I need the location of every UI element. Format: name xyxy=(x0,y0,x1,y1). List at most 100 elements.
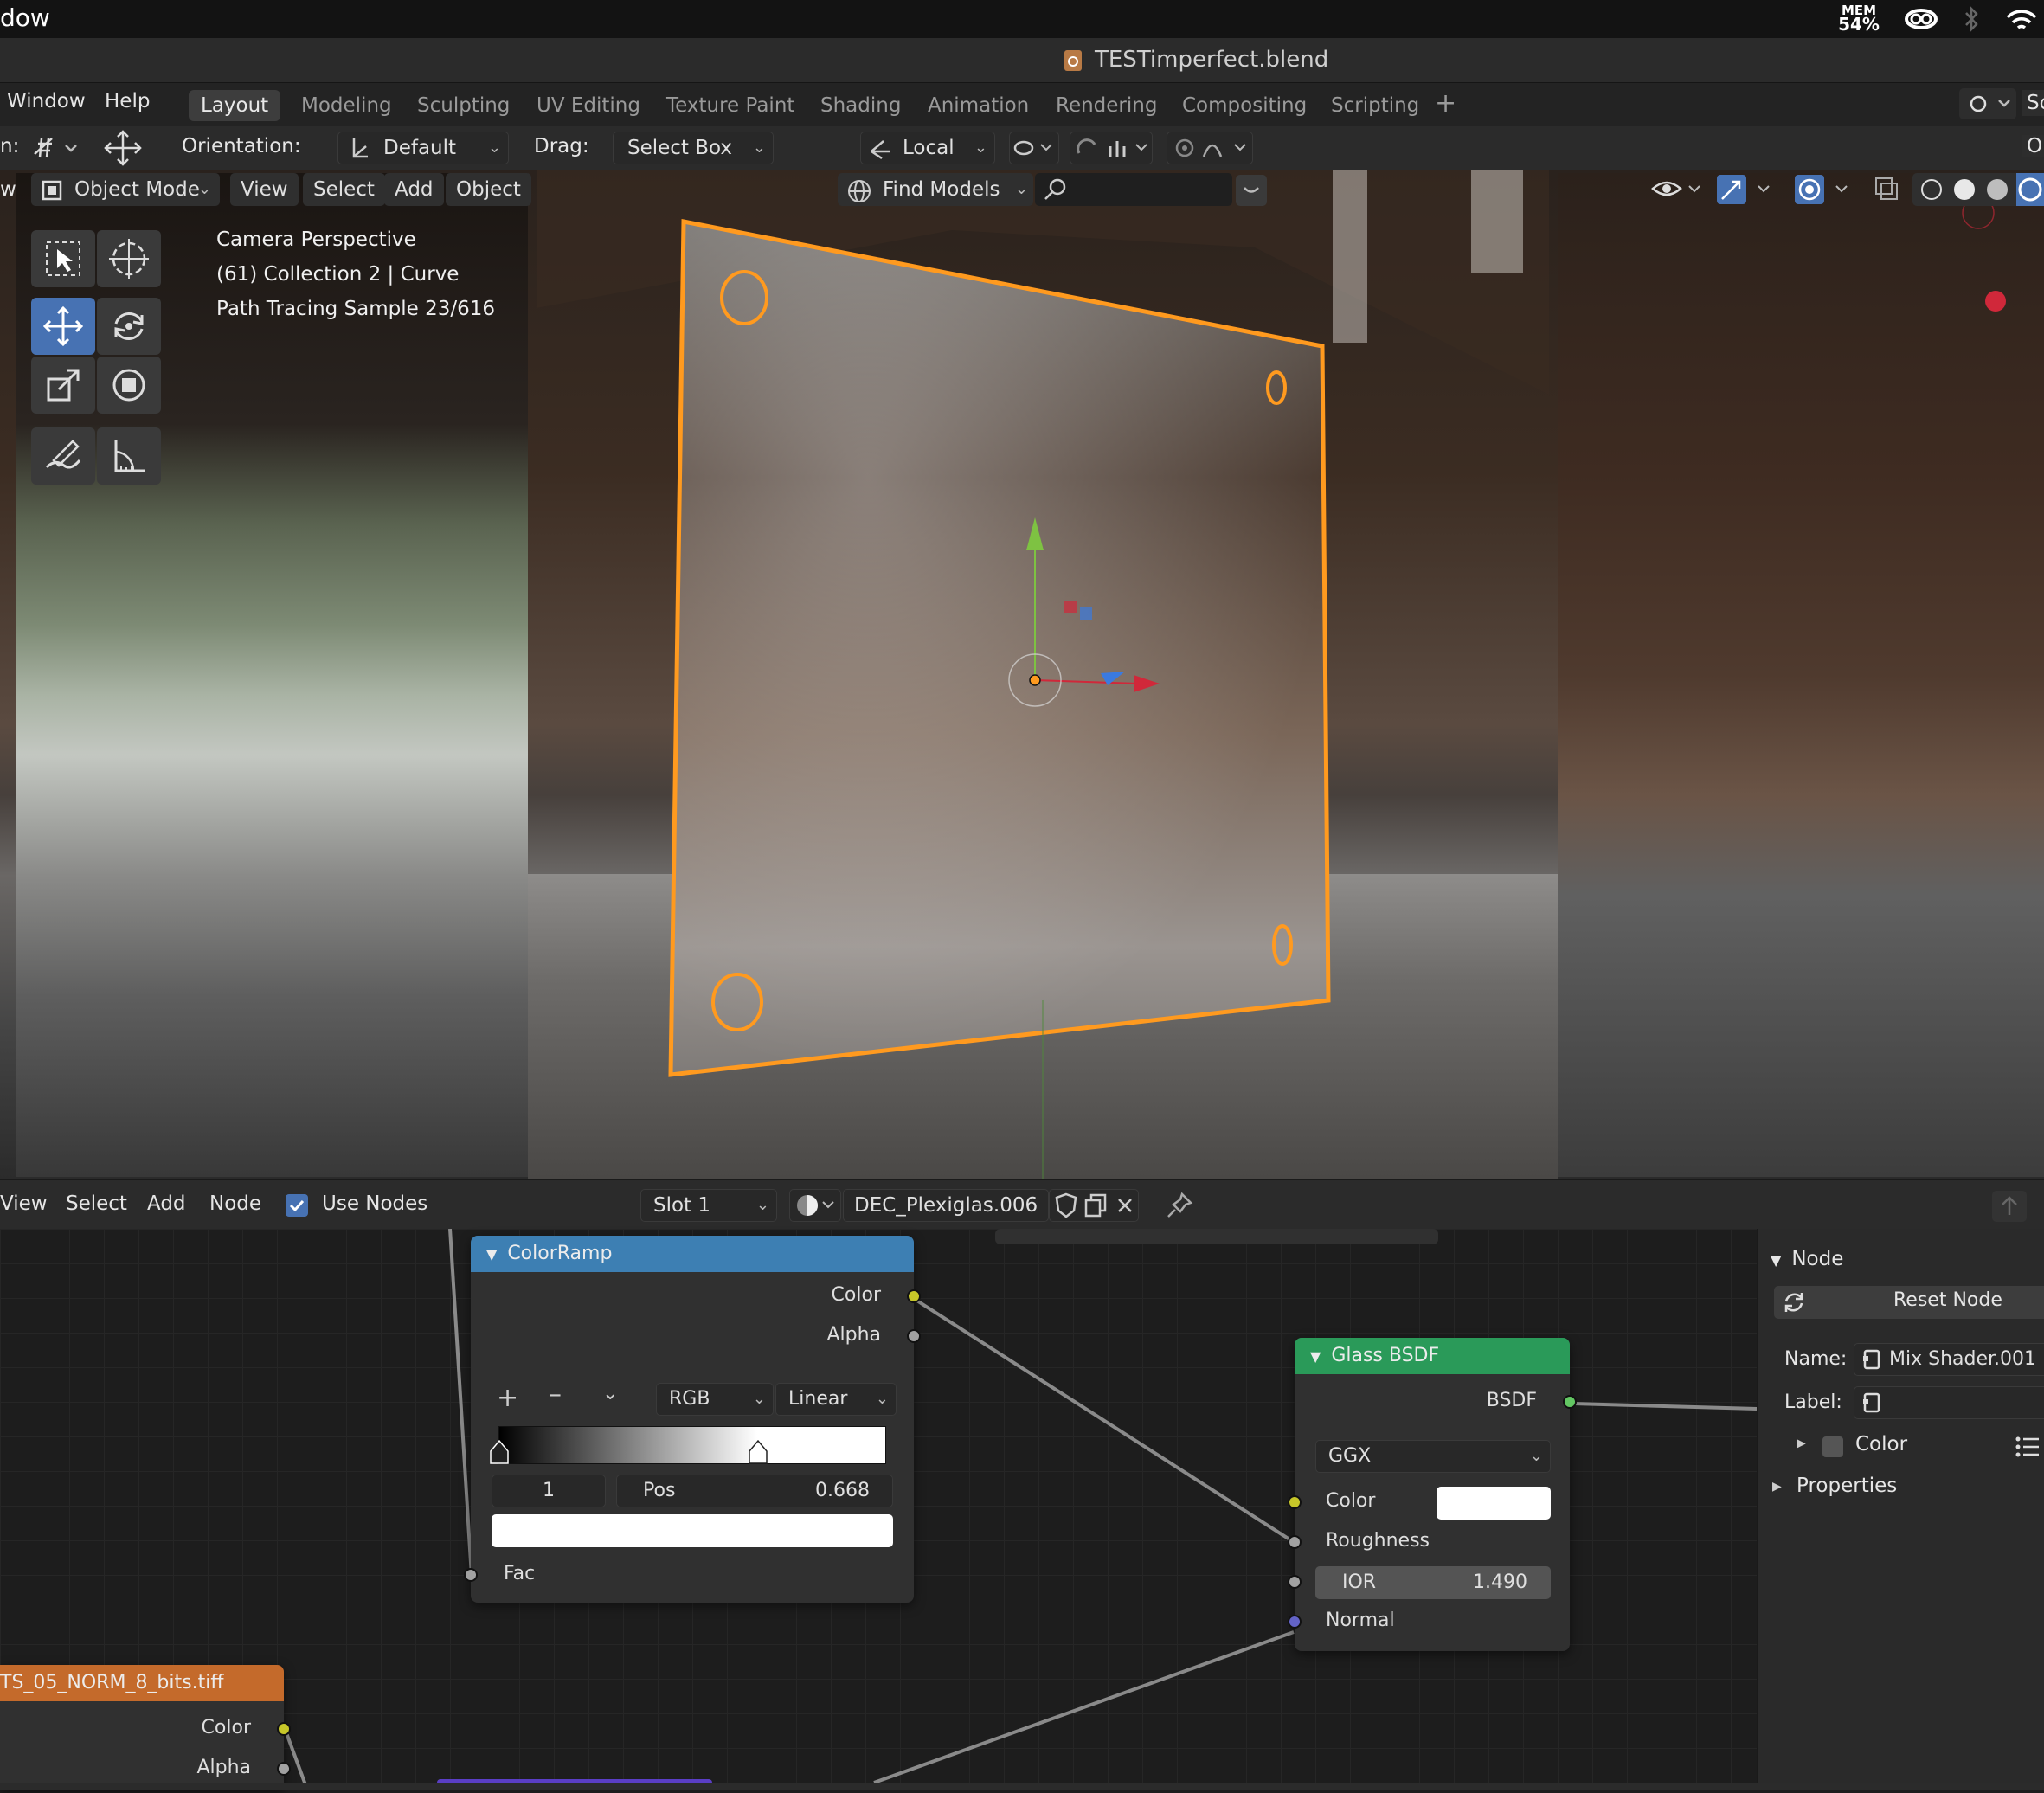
bluetooth-icon[interactable] xyxy=(1963,5,1980,36)
glass-normal-socket[interactable] xyxy=(1288,1615,1302,1629)
app-menu-fragment[interactable]: dow xyxy=(0,3,50,32)
viewport-menu-view[interactable]: View xyxy=(230,173,299,206)
transform-tool-icon[interactable] xyxy=(97,357,161,414)
colorramp-stop-index[interactable]: 1 xyxy=(492,1475,606,1507)
node-label-field[interactable] xyxy=(1854,1386,2044,1419)
snapping-magnet-icon[interactable] xyxy=(1070,132,1153,164)
viewport-menu-object[interactable]: Object xyxy=(446,173,531,206)
object-mode-dropdown[interactable]: Object Mode ⌄ xyxy=(31,173,220,206)
scene-name-fragment[interactable]: Sc xyxy=(2022,90,2044,116)
move-gizmo-icon[interactable] xyxy=(102,130,144,166)
menu-window[interactable]: Window xyxy=(7,90,86,112)
glass-distribution-dropdown[interactable]: GGX ⌄ xyxy=(1315,1440,1551,1473)
glass-bsdf-socket[interactable] xyxy=(1563,1395,1577,1409)
color-list-icon[interactable] xyxy=(2015,1435,2041,1462)
colorramp-position-field[interactable]: Pos 0.668 xyxy=(616,1475,893,1507)
colorramp-interp-dropdown[interactable]: Linear ⌄ xyxy=(775,1383,897,1416)
tab-shading[interactable]: Shading xyxy=(808,90,913,121)
drag-dropdown[interactable]: Select Box ⌄ xyxy=(613,132,774,164)
pivot-dropdown[interactable]: Local ⌄ xyxy=(860,132,995,164)
wifi-icon[interactable] xyxy=(2004,7,2039,36)
node-section-header[interactable]: ▼ Node xyxy=(1771,1248,1843,1270)
overlays-toggle-icon[interactable] xyxy=(1793,173,1857,206)
node-menu-add[interactable]: Add xyxy=(147,1192,186,1215)
colorramp-color-socket[interactable] xyxy=(907,1289,921,1303)
tab-rendering[interactable]: Rendering xyxy=(1044,90,1169,121)
tab-animation[interactable]: Animation xyxy=(916,90,1041,121)
ramp-menu-chevron-icon[interactable]: ⌄ xyxy=(602,1383,618,1404)
proportional-falloff-icon[interactable] xyxy=(1167,132,1253,164)
properties-expand-triangle-icon[interactable]: ▶ xyxy=(1772,1480,1782,1494)
material-name-field[interactable]: DEC_Plexiglas.006 xyxy=(843,1189,1049,1222)
image-alpha-socket[interactable] xyxy=(277,1762,291,1776)
material-preview-icon[interactable] xyxy=(1982,173,2013,206)
cursor-tool-icon[interactable] xyxy=(97,230,161,287)
glass-ior-field[interactable]: IOR 1.490 xyxy=(1315,1566,1551,1599)
tab-layout[interactable]: Layout xyxy=(189,90,281,121)
move-tool-icon[interactable] xyxy=(31,298,95,355)
menu-help[interactable]: Help xyxy=(105,90,150,112)
color-expand-triangle-icon[interactable]: ▶ xyxy=(1797,1436,1806,1450)
colorramp-mode-dropdown[interactable]: RGB ⌄ xyxy=(656,1383,774,1416)
node-name-field[interactable]: Mix Shader.001 xyxy=(1854,1343,2044,1376)
tab-texture-paint[interactable]: Texture Paint xyxy=(654,90,807,121)
properties-section-label[interactable]: Properties xyxy=(1797,1475,1897,1497)
glass-color-swatch[interactable] xyxy=(1437,1487,1551,1520)
node-menu-view[interactable]: View xyxy=(0,1192,48,1215)
fake-user-shield-icon[interactable] xyxy=(1053,1192,1079,1229)
rendered-shading-icon[interactable] xyxy=(2015,173,2044,206)
add-stop-icon[interactable]: + xyxy=(497,1383,518,1413)
image-node-title[interactable]: TS_05_NORM_8_bits.tiff xyxy=(0,1665,284,1701)
find-models-dropdown[interactable]: Find Models ⌄ xyxy=(838,173,1033,206)
slot-dropdown[interactable]: Slot 1 ⌄ xyxy=(640,1189,777,1222)
scene-selector-icon[interactable] xyxy=(1959,88,2016,119)
node-menu-select[interactable]: Select xyxy=(66,1192,127,1215)
gizmo-toggle-icon[interactable] xyxy=(1715,173,1779,206)
glass-ior-socket[interactable] xyxy=(1288,1575,1302,1589)
tab-scripting[interactable]: Scripting xyxy=(1319,90,1431,121)
scale-tool-icon[interactable] xyxy=(31,357,95,414)
xray-toggle-icon[interactable] xyxy=(1871,173,1902,206)
search-options-icon[interactable] xyxy=(1236,175,1267,206)
colorramp-node[interactable]: ▼ ColorRamp Color Alpha + – ⌄ RGB ⌄ Linea… xyxy=(464,1236,921,1603)
material-browse-icon[interactable] xyxy=(789,1189,841,1222)
viewport-menu-select[interactable]: Select xyxy=(303,173,385,206)
glass-node-header[interactable]: ▼ Glass BSDF xyxy=(1295,1338,1570,1374)
use-nodes-checkbox[interactable] xyxy=(286,1194,308,1217)
measure-tool-icon[interactable] xyxy=(97,427,161,485)
transform-snap-icon[interactable] xyxy=(29,132,83,164)
tab-sculpting[interactable]: Sculpting xyxy=(405,90,522,121)
glass-bsdf-node[interactable]: ▼ Glass BSDF BSDF GGX ⌄ Color Roughness I… xyxy=(1288,1338,1577,1651)
collapse-triangle-icon[interactable]: ▼ xyxy=(1310,1348,1321,1365)
object-visibility-icon[interactable] xyxy=(1648,173,1708,206)
image-texture-node[interactable]: TS_05_NORM_8_bits.tiff Color Alpha xyxy=(0,1665,291,1790)
glass-roughness-socket[interactable] xyxy=(1288,1535,1302,1549)
colorramp-node-header[interactable]: ▼ ColorRamp xyxy=(471,1236,914,1272)
orientation-dropdown[interactable]: Default ⌄ xyxy=(337,132,509,164)
duplicate-material-icon[interactable] xyxy=(1083,1192,1109,1229)
select-box-tool-icon[interactable] xyxy=(31,230,95,287)
annotate-tool-icon[interactable] xyxy=(31,427,95,485)
colorramp-stop-color-swatch[interactable] xyxy=(492,1514,893,1547)
solid-shading-icon[interactable] xyxy=(1949,173,1980,206)
colorramp-fac-socket[interactable] xyxy=(464,1568,478,1582)
collapse-triangle-icon[interactable]: ▼ xyxy=(486,1246,497,1263)
colorramp-alpha-socket[interactable] xyxy=(907,1329,921,1343)
remove-stop-icon[interactable]: – xyxy=(549,1379,562,1410)
proportional-editing-link-icon[interactable] xyxy=(1009,132,1059,164)
pin-icon[interactable] xyxy=(1165,1191,1194,1224)
viewport-menu-add[interactable]: Add xyxy=(384,173,444,206)
tab-compositing[interactable]: Compositing xyxy=(1170,90,1319,121)
model-search-input[interactable] xyxy=(1035,173,1232,206)
parent-node-tree-icon[interactable] xyxy=(1992,1191,2027,1222)
node-menu-node[interactable]: Node xyxy=(209,1192,261,1215)
colorramp-gradient-bar[interactable] xyxy=(490,1426,886,1464)
creative-cloud-icon[interactable] xyxy=(1904,7,1938,35)
reset-node-button[interactable]: Reset Node xyxy=(1774,1286,2044,1319)
add-workspace-icon[interactable]: + xyxy=(1435,88,1456,119)
wireframe-shading-icon[interactable] xyxy=(1916,173,1947,206)
rotate-tool-icon[interactable] xyxy=(97,298,161,355)
unlink-material-close-icon[interactable] xyxy=(1112,1192,1138,1229)
color-checkbox[interactable] xyxy=(1822,1436,1843,1457)
tab-modeling[interactable]: Modeling xyxy=(289,90,404,121)
